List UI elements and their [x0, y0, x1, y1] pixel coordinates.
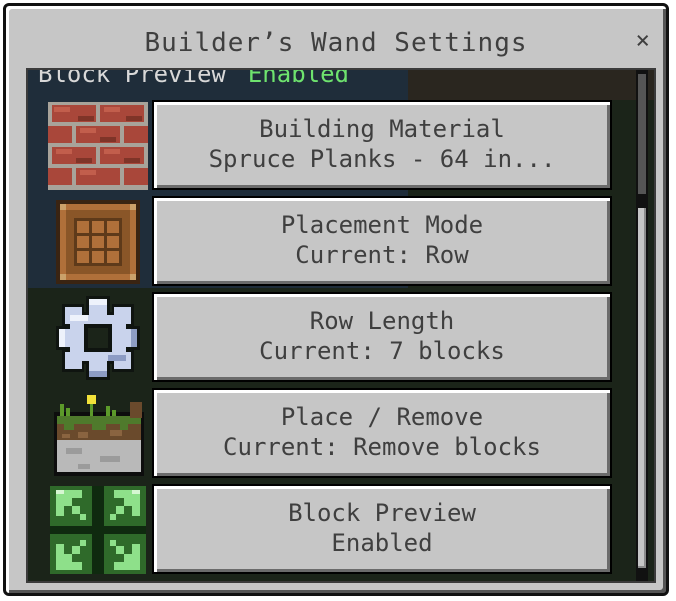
setting-row-block-preview: Block Preview Enabled [28, 484, 628, 576]
peek-label: Block Preview [38, 68, 226, 88]
place-remove-title: Place / Remove [280, 403, 484, 431]
placement-mode-title: Placement Mode [280, 211, 484, 239]
brick-block-icon [48, 102, 148, 190]
block-preview-title: Block Preview [288, 499, 476, 527]
grass-block-icon [48, 390, 148, 478]
settings-dialog: Builder’s Wand Settings × Block Preview E… [3, 3, 669, 596]
placement-mode-button[interactable]: Placement Mode Current: Row [152, 196, 612, 286]
setting-row-building-material: Building Material Spruce Planks - 64 in.… [28, 100, 628, 192]
building-material-value: Spruce Planks - 64 in... [208, 145, 556, 173]
row-length-button[interactable]: Row Length Current: 7 blocks [152, 292, 612, 382]
gear-icon [56, 296, 140, 380]
setting-row-row-length: Row Length Current: 7 blocks [28, 292, 628, 384]
row-length-title: Row Length [309, 307, 455, 335]
building-material-title: Building Material [259, 115, 505, 143]
dialog-title: Builder’s Wand Settings [144, 28, 528, 58]
scrollbar-thumb[interactable] [638, 208, 646, 568]
settings-list[interactable]: Block Preview Enabled Building Material … [26, 68, 656, 583]
placement-mode-value: Current: Row [295, 241, 469, 269]
expand-arrows-icon [50, 486, 146, 574]
block-preview-value: Enabled [331, 529, 433, 557]
close-icon[interactable]: × [636, 28, 650, 52]
crafting-table-icon [48, 198, 148, 286]
setting-row-place-remove: Place / Remove Current: Remove blocks [28, 388, 628, 480]
peek-status: Enabled [247, 68, 349, 88]
place-remove-button[interactable]: Place / Remove Current: Remove blocks [152, 388, 612, 478]
setting-row-placement-mode: Placement Mode Current: Row [28, 196, 628, 288]
place-remove-value: Current: Remove blocks [223, 433, 541, 461]
building-material-button[interactable]: Building Material Spruce Planks - 64 in.… [152, 100, 612, 190]
block-preview-button[interactable]: Block Preview Enabled [152, 484, 612, 574]
scrollbar[interactable] [636, 70, 648, 581]
row-length-value: Current: 7 blocks [259, 337, 505, 365]
scrolled-row-peek: Block Preview Enabled [38, 68, 349, 88]
